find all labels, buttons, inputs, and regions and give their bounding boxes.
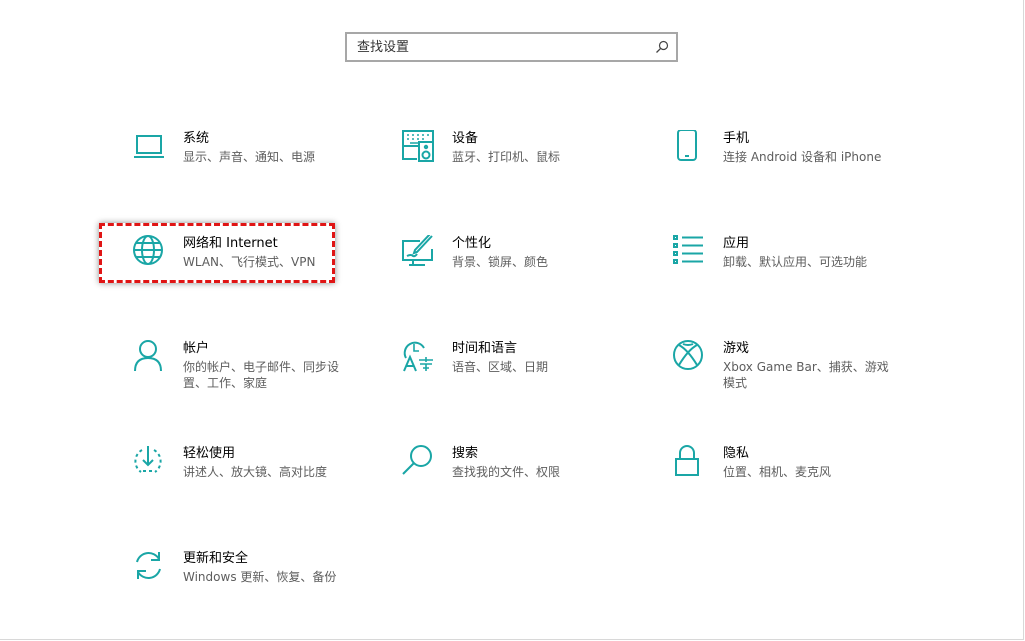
highlight-box xyxy=(99,223,335,283)
tile-subtitle: 位置、相机、麦克风 xyxy=(723,465,832,479)
tile-title: 帐户 xyxy=(183,341,210,356)
search-box[interactable] xyxy=(345,32,678,62)
laptop-icon xyxy=(133,130,167,164)
tile-time-language[interactable]: 时间和语言 语音、区域、日期 xyxy=(402,340,652,400)
search-input[interactable] xyxy=(357,38,647,56)
tile-devices[interactable]: 设备 蓝牙、打印机、鼠标 xyxy=(402,130,652,190)
tile-subtitle: 蓝牙、打印机、鼠标 xyxy=(452,150,561,164)
time-language-icon xyxy=(402,340,436,374)
tile-update-security[interactable]: 更新和安全 Windows 更新、恢复、备份 xyxy=(133,550,383,610)
tile-accounts[interactable]: 帐户 你的帐户、电子邮件、同步设置、工作、家庭 xyxy=(133,340,383,400)
tile-personalization[interactable]: 个性化 背景、锁屏、颜色 xyxy=(402,235,652,295)
tile-subtitle: Windows 更新、恢复、备份 xyxy=(183,570,337,584)
magnifier-icon xyxy=(402,445,436,479)
tile-subtitle: 背景、锁屏、颜色 xyxy=(452,255,549,269)
sync-icon xyxy=(133,550,167,584)
tile-ease-of-access[interactable]: 轻松使用 讲述人、放大镜、高对比度 xyxy=(133,445,383,505)
tile-subtitle: 查找我的文件、权限 xyxy=(452,465,561,479)
tile-subtitle: Xbox Game Bar、捕获、游戏模式 xyxy=(723,360,889,390)
tile-subtitle: 讲述人、放大镜、高对比度 xyxy=(183,465,328,479)
tile-subtitle: 语音、区域、日期 xyxy=(452,360,549,374)
app-list-icon xyxy=(673,235,707,269)
keyboard-speaker-icon xyxy=(402,130,436,164)
tile-title: 手机 xyxy=(723,131,750,146)
tile-subtitle: 你的帐户、电子邮件、同步设置、工作、家庭 xyxy=(183,360,340,390)
tile-title: 搜索 xyxy=(452,446,479,461)
ease-of-access-icon xyxy=(133,445,167,479)
tile-privacy[interactable]: 隐私 位置、相机、麦克风 xyxy=(673,445,923,505)
tile-subtitle: 连接 Android 设备和 iPhone xyxy=(723,150,882,164)
tile-system[interactable]: 系统 显示、声音、通知、电源 xyxy=(133,130,383,190)
tile-apps[interactable]: 应用 卸载、默认应用、可选功能 xyxy=(673,235,923,295)
tile-title: 设备 xyxy=(452,131,479,146)
tile-title: 系统 xyxy=(183,131,210,146)
tile-title: 更新和安全 xyxy=(183,551,249,566)
tile-title: 应用 xyxy=(723,236,750,251)
person-icon xyxy=(133,340,167,374)
xbox-icon xyxy=(673,340,707,374)
tile-subtitle: 卸载、默认应用、可选功能 xyxy=(723,255,868,269)
tile-title: 轻松使用 xyxy=(183,446,236,461)
tile-subtitle: 显示、声音、通知、电源 xyxy=(183,150,316,164)
tile-title: 隐私 xyxy=(723,446,750,461)
phone-icon xyxy=(673,130,707,164)
tile-title: 个性化 xyxy=(452,236,492,251)
paint-brush-icon xyxy=(402,235,436,269)
tile-title: 时间和语言 xyxy=(452,341,518,356)
tile-search[interactable]: 搜索 查找我的文件、权限 xyxy=(402,445,652,505)
tile-gaming[interactable]: 游戏 Xbox Game Bar、捕获、游戏模式 xyxy=(673,340,923,400)
lock-icon xyxy=(673,445,707,479)
search-icon[interactable] xyxy=(655,40,669,54)
tile-title: 游戏 xyxy=(723,341,750,356)
settings-window xyxy=(0,0,1024,640)
tile-phone[interactable]: 手机 连接 Android 设备和 iPhone xyxy=(673,130,923,190)
